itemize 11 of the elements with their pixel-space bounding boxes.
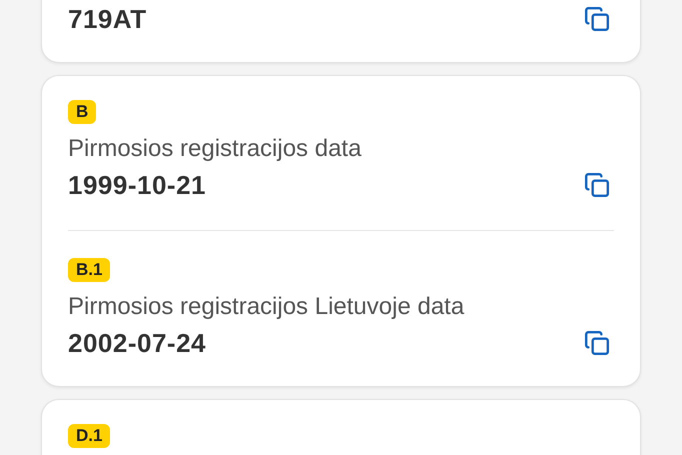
field-value: 1999-10-21 — [68, 170, 206, 200]
copy-icon[interactable] — [584, 330, 610, 356]
code-badge: B.1 — [68, 258, 110, 282]
code-badge: D.1 — [68, 424, 110, 448]
field-value: 2002-07-24 — [68, 328, 206, 358]
field-label: Pirmosios registracijos Lietuvoje data — [68, 292, 464, 322]
code-badge: B — [68, 100, 96, 124]
field-label: Pirmosios registracijos data — [68, 134, 362, 164]
field-value: 719AT — [68, 4, 147, 34]
copy-icon[interactable] — [584, 6, 610, 32]
copy-icon[interactable] — [584, 172, 610, 198]
